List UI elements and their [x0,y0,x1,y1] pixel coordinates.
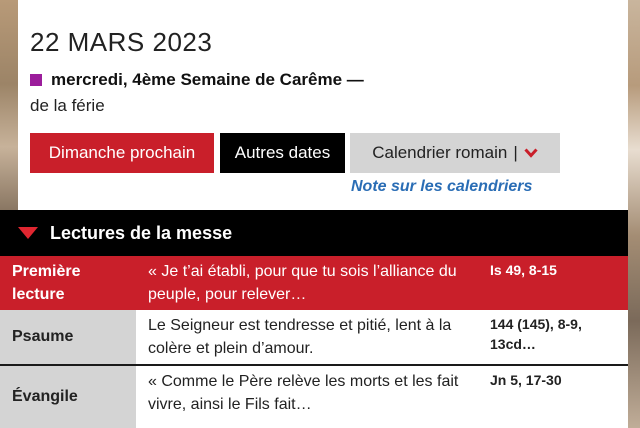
liturgical-day-title: mercredi, 4ème Semaine de Carême — [51,70,364,89]
page-title-date: 22 MARS 2023 [30,27,213,57]
next-sunday-button[interactable]: Dimanche prochain [30,133,214,173]
other-dates-button[interactable]: Autres dates [220,133,345,173]
triangle-down-icon [18,227,38,239]
calendar-select-label: Calendrier romain [372,143,508,162]
liturgical-day: mercredi, 4ème Semaine de Carême — [30,70,364,90]
calendar-note-link[interactable]: Note sur les calendriers [351,178,532,196]
reading-excerpt: Le Seigneur est tendresse et pitié, lent… [148,317,452,357]
reading-row-first[interactable]: Première lecture « Je t’ai établi, pour … [0,256,628,310]
liturgical-day-subtitle: de la férie [30,96,105,115]
reading-label: Évangile [0,366,136,428]
reading-excerpt: « Je t’ai établi, pour que tu sois l’all… [148,263,457,303]
calendar-select-button[interactable]: Calendrier romain | [350,133,560,173]
liturgical-color-square [30,74,42,86]
chevron-down-icon [524,148,538,158]
background-texture-right [628,0,640,428]
reading-row-psalm[interactable]: Psaume Le Seigneur est tendresse et piti… [0,310,628,366]
readings-section: Lectures de la messe Première lecture « … [0,210,628,428]
reading-excerpt: « Comme le Père relève les morts et les … [148,373,459,413]
reading-row-gospel[interactable]: Évangile « Comme le Père relève les mort… [0,366,628,428]
reading-reference: 144 (145), 8-9, 13cd… [490,316,582,352]
background-texture-left [0,0,18,210]
calendar-select-separator: | [513,143,518,162]
reading-reference: Is 49, 8-15 [490,262,557,278]
date-card: 22 MARS 2023 mercredi, 4ème Semaine de C… [18,0,628,210]
reading-reference: Jn 5, 17-30 [490,372,562,388]
reading-label: Première lecture [12,263,81,303]
reading-label: Psaume [0,310,136,364]
readings-header-title: Lectures de la messe [50,222,233,243]
readings-header[interactable]: Lectures de la messe [0,210,628,256]
